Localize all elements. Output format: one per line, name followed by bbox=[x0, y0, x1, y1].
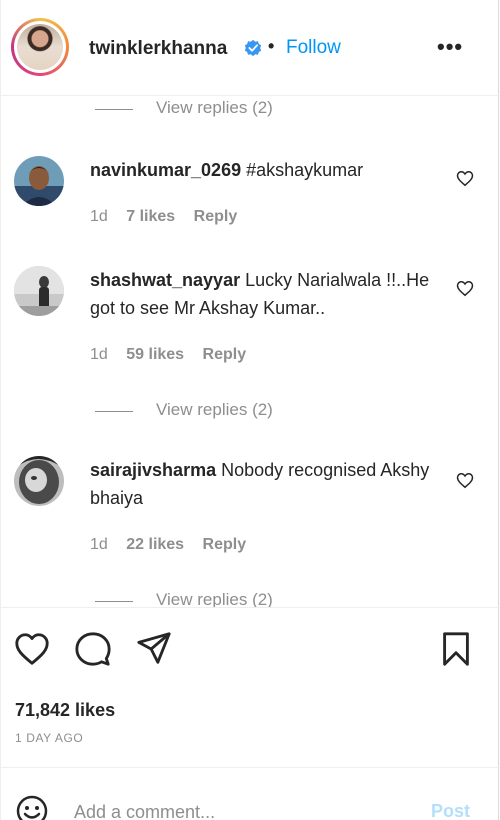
comment-time: 1d bbox=[90, 536, 108, 553]
post-comment-button[interactable]: Post bbox=[431, 801, 470, 820]
comment-text: navinkumar_0269 #akshaykumar bbox=[90, 156, 430, 184]
comment-message: #akshaykumar bbox=[246, 160, 364, 180]
comment-text: shashwat_nayyar Lucky Narialwala !!..He … bbox=[90, 266, 430, 322]
author-avatar-image bbox=[17, 24, 63, 70]
replies-divider bbox=[95, 601, 133, 602]
comment-bubble-icon[interactable] bbox=[74, 630, 112, 668]
comment-time: 1d bbox=[90, 346, 108, 363]
comment-likes[interactable]: 7 likes bbox=[126, 208, 175, 225]
post-timestamp: 1 DAY AGO bbox=[15, 731, 84, 745]
reply-button[interactable]: Reply bbox=[194, 208, 238, 225]
reply-button[interactable]: Reply bbox=[203, 536, 247, 553]
comment-time: 1d bbox=[90, 208, 108, 225]
comment-like-heart-icon[interactable] bbox=[456, 472, 474, 489]
paper-plane-icon[interactable] bbox=[135, 630, 173, 668]
comment-like-heart-icon[interactable] bbox=[456, 170, 474, 187]
comments-list[interactable]: View replies (2) navinkumar_0269 #akshay… bbox=[1, 96, 500, 608]
post-actions: 71,842 likes 1 DAY AGO bbox=[1, 608, 500, 768]
more-options-button[interactable]: ••• bbox=[437, 34, 463, 60]
author-avatar[interactable] bbox=[11, 18, 69, 76]
replies-divider bbox=[95, 109, 133, 110]
emoji-icon[interactable] bbox=[15, 794, 49, 820]
author-username[interactable]: twinklerkhanna bbox=[89, 38, 227, 60]
follow-button[interactable]: Follow bbox=[286, 37, 341, 59]
commenter-avatar[interactable] bbox=[14, 456, 64, 506]
reply-button[interactable]: Reply bbox=[203, 346, 247, 363]
commenter-avatar-image bbox=[14, 156, 64, 206]
bookmark-icon[interactable] bbox=[437, 630, 475, 668]
post-header: twinklerkhanna • Follow ••• bbox=[1, 0, 500, 96]
commenter-avatar-image bbox=[14, 266, 64, 316]
comment-likes[interactable]: 59 likes bbox=[126, 346, 184, 363]
replies-divider bbox=[95, 411, 133, 412]
comment-likes[interactable]: 22 likes bbox=[126, 536, 184, 553]
heart-icon[interactable] bbox=[13, 630, 51, 668]
comment-text: sairajivsharma Nobody recognised Akshy b… bbox=[90, 456, 430, 512]
commenter-username[interactable]: navinkumar_0269 bbox=[90, 160, 241, 180]
commenter-avatar-image bbox=[14, 456, 64, 506]
comment-like-heart-icon[interactable] bbox=[456, 280, 474, 297]
commenter-username[interactable]: sairajivsharma bbox=[90, 460, 216, 480]
comment-meta: 1d 59 likes Reply bbox=[90, 346, 260, 364]
comment-meta: 1d 22 likes Reply bbox=[90, 536, 260, 554]
commenter-avatar[interactable] bbox=[14, 156, 64, 206]
add-comment-input[interactable] bbox=[74, 799, 414, 820]
commenter-avatar[interactable] bbox=[14, 266, 64, 316]
post-side-panel: twinklerkhanna • Follow ••• View replies… bbox=[0, 0, 500, 820]
add-comment-bar: Post bbox=[1, 768, 500, 820]
verified-badge-icon bbox=[244, 39, 262, 57]
post-likes-count[interactable]: 71,842 likes bbox=[15, 700, 115, 721]
comment-meta: 1d 7 likes Reply bbox=[90, 208, 251, 226]
header-separator: • bbox=[268, 36, 275, 56]
commenter-username[interactable]: shashwat_nayyar bbox=[90, 270, 240, 290]
